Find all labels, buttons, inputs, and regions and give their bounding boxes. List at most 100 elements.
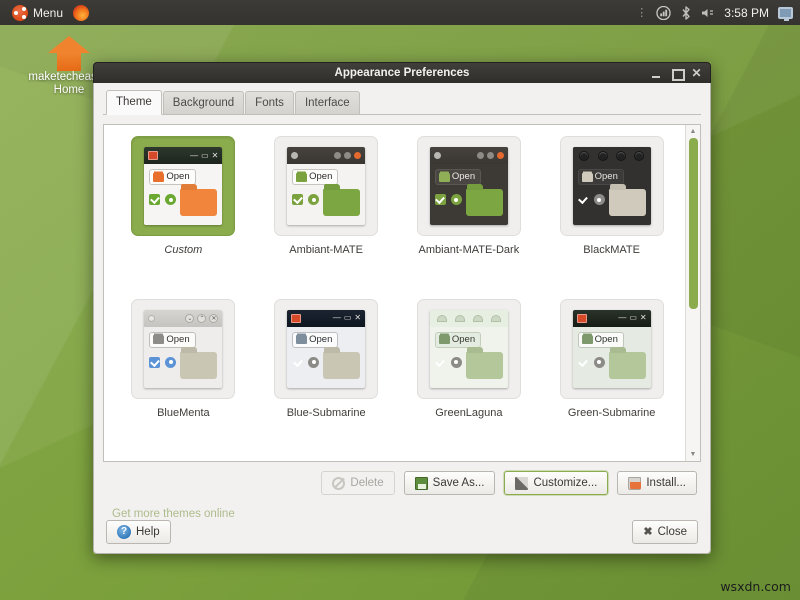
tab-fonts[interactable]: Fonts: [245, 91, 294, 114]
theme-thumbnail-frame: Open: [417, 299, 521, 399]
volume-icon[interactable]: [701, 7, 715, 19]
preview-checkbox: [578, 357, 589, 368]
preview-radio: [165, 357, 176, 368]
theme-item-custom[interactable]: —▭✕Open Custom: [112, 132, 255, 295]
preview-client-area: Open: [144, 164, 222, 225]
save-as-button-label: Save As...: [433, 476, 485, 490]
mini-app-icon: [148, 315, 155, 322]
theme-item-bluementa[interactable]: ⌄⌃✕OpenBlueMenta: [112, 295, 255, 458]
scroll-up-arrow-icon[interactable]: ▲: [690, 127, 697, 136]
mini-maximize-icon: [473, 315, 483, 322]
close-dialog-button-label: Close: [658, 525, 687, 539]
preview-folder-large-icon: [609, 352, 646, 379]
theme-preview: Open: [430, 147, 508, 225]
mini-maximize-icon: ⌃: [197, 314, 206, 323]
install-button[interactable]: Install...: [617, 471, 697, 495]
preview-checkbox: [149, 357, 160, 368]
preview-folder-large-icon: [466, 189, 503, 216]
panel-tray: ⋮ 3:58 PM: [636, 6, 800, 20]
close-button[interactable]: ✕: [691, 68, 702, 79]
mini-maximize-icon: ▭: [344, 314, 352, 322]
preview-client-area: Open: [430, 327, 508, 388]
preview-titlebar: [430, 147, 508, 164]
preview-radio: [451, 194, 462, 205]
window-body: Theme Background Fonts Interface —▭✕Open…: [93, 83, 711, 554]
theme-item-greenlaguna[interactable]: OpenGreenLaguna: [398, 295, 541, 458]
customize-button[interactable]: Customize...: [504, 471, 608, 495]
mini-close-icon: [354, 152, 361, 159]
preview-radio: [451, 357, 462, 368]
mini-app-icon: [291, 314, 301, 323]
save-as-button[interactable]: Save As...: [404, 471, 496, 495]
install-button-label: Install...: [646, 476, 686, 490]
mini-app-icon: [434, 152, 441, 159]
folder-icon: [439, 173, 450, 182]
preview-checkbox: [292, 357, 303, 368]
scrollbar-thumb[interactable]: [689, 138, 698, 309]
theme-preview: —▭✕Open: [144, 147, 222, 225]
top-panel: Menu ⋮ 3:58 PM: [0, 0, 800, 25]
mini-minimize-icon: [477, 152, 484, 159]
network-signal-icon[interactable]: [656, 6, 671, 20]
display-monitor-icon[interactable]: [778, 7, 793, 19]
clock-label[interactable]: 3:58 PM: [724, 6, 769, 20]
mini-app-icon: [291, 152, 298, 159]
firefox-icon[interactable]: [73, 5, 89, 21]
preview-open-label: Open: [309, 335, 332, 345]
theme-item-label: Green-Submarine: [568, 407, 655, 420]
mini-app-icon: [148, 151, 158, 160]
mini-minimize-icon: [598, 151, 608, 161]
preview-radio: [308, 357, 319, 368]
theme-item-blue-submarine[interactable]: —▭✕OpenBlue-Submarine: [255, 295, 398, 458]
pencil-icon: [515, 477, 528, 490]
watermark: wsxdn.com: [720, 579, 791, 594]
tray-grip-handle[interactable]: ⋮: [636, 9, 647, 17]
get-more-themes-link[interactable]: Get more themes online: [103, 495, 701, 520]
delete-button[interactable]: Delete: [321, 471, 394, 495]
mini-minimize-icon: —: [333, 314, 341, 322]
theme-item-label: Ambiant-MATE: [289, 244, 363, 257]
mini-minimize-icon: —: [190, 152, 198, 160]
theme-thumbnail-frame: ⌄⌃✕Open: [131, 299, 235, 399]
mini-close-icon: ✕: [209, 314, 218, 323]
close-dialog-button[interactable]: ✖ Close: [632, 520, 698, 544]
help-button[interactable]: ? Help: [106, 520, 171, 544]
maximize-button[interactable]: [671, 68, 682, 79]
preview-folder-large-icon: [323, 189, 360, 216]
bluetooth-icon[interactable]: [680, 6, 692, 20]
theme-item-ambiant-mate[interactable]: Open Ambiant-MATE: [255, 132, 398, 295]
preview-radio: [165, 194, 176, 205]
theme-item-blackmate[interactable]: OpenBlackMATE: [540, 132, 683, 295]
install-icon: [628, 477, 641, 490]
preview-folder-large-icon: [180, 352, 217, 379]
tab-background[interactable]: Background: [163, 91, 244, 114]
minimize-button[interactable]: [651, 68, 662, 79]
preview-open-button: Open: [292, 332, 338, 348]
folder-icon: [439, 335, 450, 344]
preview-titlebar: [287, 147, 365, 164]
preview-folder-large-icon: [609, 189, 646, 216]
window-titlebar[interactable]: Appearance Preferences ✕: [93, 62, 711, 83]
tab-theme[interactable]: Theme: [106, 90, 162, 115]
preview-open-label: Open: [166, 172, 189, 182]
preview-client-area: Open: [287, 327, 365, 388]
mini-app-icon: [579, 151, 589, 161]
preview-radio: [308, 194, 319, 205]
preview-folder-large-icon: [180, 189, 217, 216]
theme-preview: Open: [287, 147, 365, 225]
mini-maximize-icon: ▭: [629, 314, 637, 322]
theme-item-label: Custom: [164, 244, 202, 257]
preview-controls-row: [578, 357, 605, 368]
theme-item-ambiant-mate-dark[interactable]: OpenAmbiant-MATE-Dark: [398, 132, 541, 295]
preview-titlebar: —▭✕: [287, 310, 365, 327]
tab-interface[interactable]: Interface: [295, 91, 360, 114]
help-button-label: Help: [136, 525, 160, 539]
theme-item-green-submarine[interactable]: —▭✕OpenGreen-Submarine: [540, 295, 683, 458]
scroll-down-arrow-icon[interactable]: ▼: [690, 450, 697, 459]
close-x-icon: ✖: [643, 526, 652, 539]
theme-list-scrollbar[interactable]: ▲ ▼: [685, 125, 700, 461]
preview-checkbox: [578, 194, 589, 205]
menu-button[interactable]: Menu: [6, 3, 69, 23]
preview-titlebar: ⌄⌃✕: [144, 310, 222, 327]
scrollbar-track[interactable]: [688, 138, 699, 448]
